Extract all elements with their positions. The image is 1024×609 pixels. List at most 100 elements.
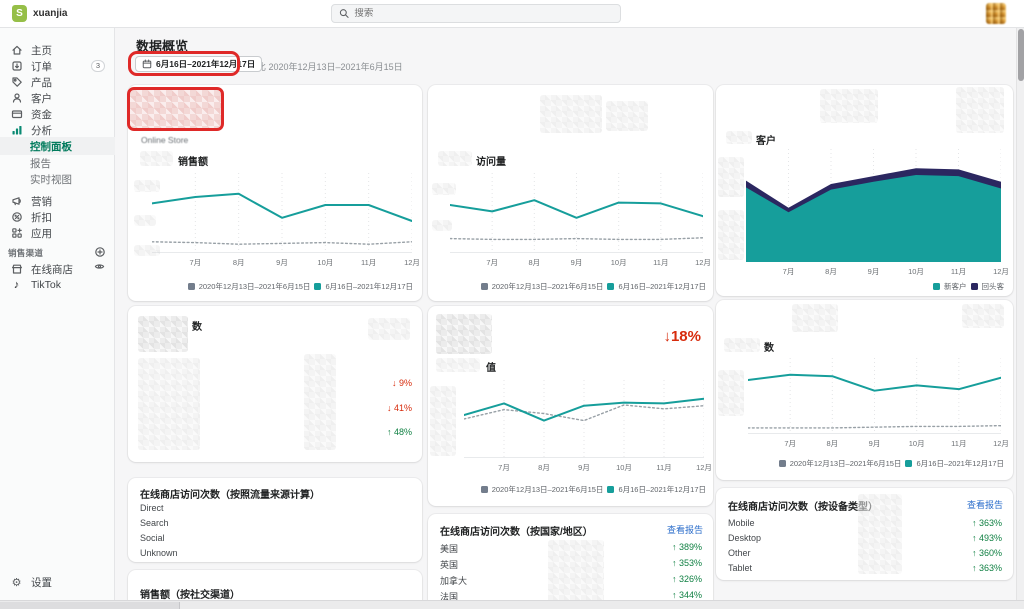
card-title: 销售额（按社交渠道）: [140, 586, 240, 601]
x-axis: 7月8月9月10月11月12月: [748, 438, 1001, 448]
row-label: 加拿大: [440, 574, 467, 587]
x-axis: 7月8月9月10月11月12月: [746, 266, 1001, 276]
analytics-icon: [10, 124, 23, 137]
card-sales: Online Store 销售额 7月8月9月10月11月12月 2020年12…: [128, 85, 422, 301]
sidebar-item-reports[interactable]: 报告: [0, 155, 115, 171]
sidebar-item-label: 设置: [31, 575, 52, 590]
orders-line-chart: [748, 358, 1001, 434]
sales-line-chart: [152, 173, 412, 253]
sidebar-item-settings[interactable]: ⚙ 设置: [0, 574, 115, 590]
table-row: Unknown: [140, 548, 410, 558]
arrow-up-icon: ↑: [672, 558, 677, 568]
sidebar-item-label: 折扣: [31, 210, 52, 225]
chart-legend: 2020年12月13日–2021年6月15日 6月16日–2021年12月17日: [779, 458, 1004, 469]
row-change: ↑ 363%: [972, 563, 1002, 573]
view-store-button[interactable]: [94, 261, 105, 272]
compare-date-range: 相比 2020年12月13日–2021年6月15日: [248, 60, 403, 73]
chart-title: 销售额: [178, 153, 208, 168]
sidebar-item-live-view[interactable]: 实时视图: [0, 171, 115, 187]
legend-swatch-compare: [188, 283, 195, 290]
stat-value: 493%: [979, 533, 1002, 543]
x-axis-label: 8月: [826, 438, 838, 449]
x-axis-label: 11月: [951, 438, 966, 449]
stat-value: 18%: [671, 328, 701, 345]
megaphone-icon: [10, 195, 23, 208]
redacted-block: [432, 220, 452, 231]
calendar-icon: [142, 59, 152, 69]
redacted-block: [718, 157, 744, 197]
shopify-logo-icon[interactable]: S: [12, 5, 27, 22]
x-axis-label: 7月: [498, 462, 510, 473]
view-report-link[interactable]: 查看报告: [967, 498, 1003, 511]
table-row: 加拿大 ↑ 326%: [440, 574, 702, 587]
arrow-up-icon: ↑: [672, 542, 677, 552]
sidebar-item-finance[interactable]: 资金: [0, 106, 115, 122]
chart-legend: 2020年12月13日–2021年6月15日 6月16日–2021年12月17日: [481, 484, 706, 495]
sales-channels-header: 销售渠道: [8, 247, 43, 259]
legend-label: 2020年12月13日–2021年6月15日: [199, 281, 311, 292]
customers-area-chart: [746, 149, 1001, 262]
view-report-link[interactable]: 查看报告: [667, 523, 703, 536]
x-axis-label: 11月: [951, 266, 966, 277]
x-axis-label: 10月: [909, 438, 925, 449]
sidebar-item-label: 应用: [31, 226, 52, 241]
table-row: Direct: [140, 503, 410, 513]
x-axis-label: 9月: [578, 462, 590, 473]
row-change: ↑ 389%: [672, 542, 702, 555]
stat-value: 363%: [979, 518, 1002, 528]
plus-icon: [95, 247, 105, 257]
stat-value: 326%: [679, 574, 702, 584]
arrow-up-icon: ↑: [972, 533, 977, 543]
sidebar-item-label: 报告: [30, 156, 51, 171]
stat-value: 41%: [394, 403, 412, 413]
store-name: xuanjia: [33, 8, 67, 19]
redacted-block: [138, 358, 200, 450]
sidebar-item-customers[interactable]: 客户: [0, 90, 115, 106]
date-range-button[interactable]: 6月16日–2021年12月17日: [135, 56, 262, 72]
stat-change: ↓ 41%: [387, 403, 412, 413]
scrollbar-handle[interactable]: [1018, 29, 1024, 81]
search-input[interactable]: [354, 8, 613, 19]
table-row: Tablet ↑ 363%: [728, 563, 1002, 573]
vertical-scrollbar[interactable]: [1016, 28, 1024, 600]
sidebar-item-discounts[interactable]: 折扣: [0, 209, 115, 225]
horizontal-scrollbar[interactable]: [0, 600, 1024, 609]
redacted-block: [956, 87, 1004, 133]
stat-value: 353%: [679, 558, 702, 568]
row-change: ↑ 353%: [672, 558, 702, 571]
stat-value: 48%: [394, 427, 412, 437]
scrollbar-handle[interactable]: [0, 602, 180, 609]
redacted-block: [718, 210, 744, 260]
sidebar-item-marketing[interactable]: 营销: [0, 193, 115, 209]
redacted-block: [792, 304, 838, 332]
arrow-up-icon: ↑: [972, 563, 977, 573]
redacted-block: [430, 386, 456, 456]
legend-swatch-current: [607, 283, 614, 290]
table-row: 美国 ↑ 389%: [440, 542, 702, 555]
sidebar-item-orders[interactable]: 订单 3: [0, 58, 115, 74]
sidebar-item-products[interactable]: 产品: [0, 74, 115, 90]
x-axis: 7月8月9月10月11月12月: [464, 462, 704, 472]
sidebar-item-label: TikTok: [31, 279, 61, 291]
redacted-block: [540, 95, 602, 133]
eye-icon: [94, 261, 105, 272]
add-channel-button[interactable]: [94, 246, 105, 257]
sidebar-item-analytics[interactable]: 分析: [0, 122, 115, 138]
store-icon: [10, 263, 23, 276]
sidebar-item-tiktok[interactable]: ♪ TikTok: [0, 277, 115, 293]
x-axis-label: 12月: [993, 438, 1009, 449]
avatar[interactable]: [986, 3, 1006, 24]
legend-label: 2020年12月13日–2021年6月15日: [492, 484, 604, 495]
legend-label: 回头客: [982, 281, 1005, 292]
sidebar-item-home[interactable]: 主页: [0, 42, 115, 58]
legend-label: 新客户: [944, 281, 967, 292]
redacted-block: [368, 318, 410, 340]
sidebar-item-apps[interactable]: 应用: [0, 225, 115, 241]
redacted-block: [436, 314, 492, 354]
card-average-value: ↓18% 值 7月8月9月10月11月12月 2020年12月13日–2021年…: [428, 306, 713, 506]
redacted-block: [436, 358, 480, 372]
x-axis-label: 8月: [825, 266, 837, 277]
x-axis-label: 10月: [908, 266, 924, 277]
sidebar-item-dashboards[interactable]: 控制面板: [0, 137, 115, 155]
search-box[interactable]: [331, 4, 621, 23]
